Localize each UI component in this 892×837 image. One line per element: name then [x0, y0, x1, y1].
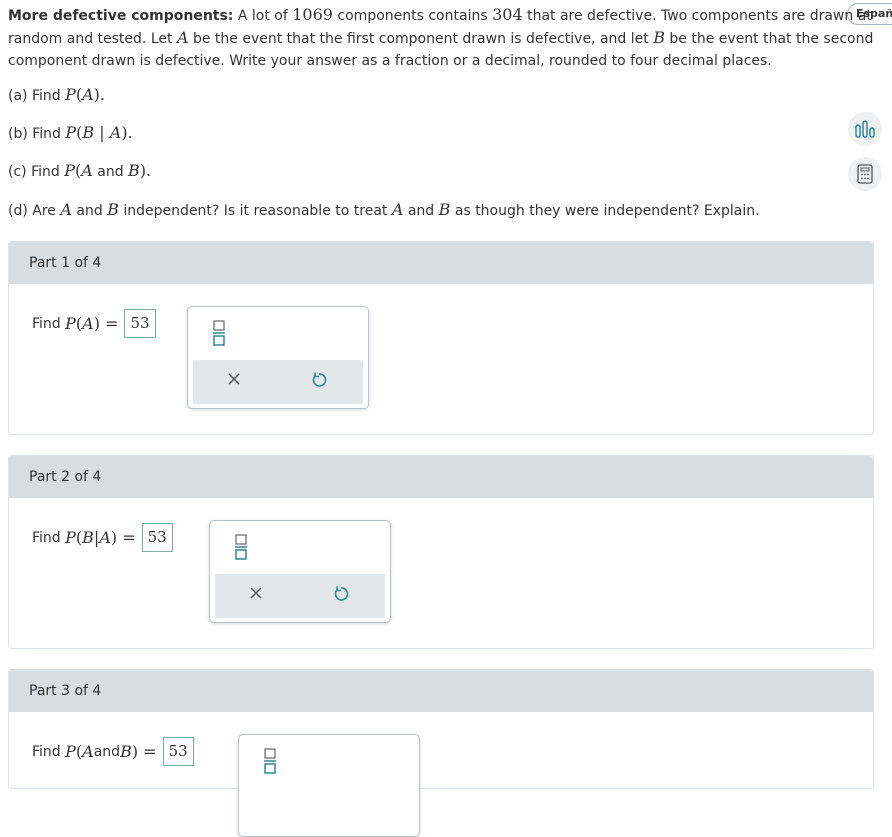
problem-statement: More defective components: A lot of 1069…: [8, 4, 878, 72]
question-b: (b) Find P(B | A).: [8, 123, 133, 142]
and-word: and: [93, 743, 121, 760]
var-b: B: [107, 200, 119, 219]
answer-toolbox-2: [209, 520, 391, 623]
answer-toolbox-1: [187, 306, 369, 409]
toolbox-action-bar: [193, 360, 363, 404]
question-a-prefix: (a) Find: [8, 88, 66, 104]
question-b-prefix: (b) Find: [8, 126, 66, 142]
defective-count: 304: [492, 5, 523, 24]
question-d-mid1: and: [71, 203, 108, 219]
var-b: B: [653, 28, 665, 47]
var-a: A: [99, 528, 111, 547]
problem-text-4: be the event that the first component dr…: [188, 31, 654, 47]
question-d-prefix: (d) Are: [8, 203, 61, 219]
var-a: A: [60, 200, 72, 219]
question-d-suffix: as though they were independent? Explain…: [450, 203, 760, 219]
find-label: Find: [32, 529, 61, 546]
part-3-panel: Part 3 of 4 Find P(A and B) = 53: [8, 669, 874, 837]
question-a: (a) Find P(A).: [8, 85, 105, 104]
question-d: (d) Are A and B independent? Is it reaso…: [8, 200, 760, 219]
answer-input-2[interactable]: 53: [141, 523, 173, 552]
fraction-icon[interactable]: [263, 748, 277, 778]
part-1-header: Part 1 of 4: [9, 242, 873, 284]
var-a: A: [109, 123, 122, 142]
var-a: A: [82, 742, 94, 761]
question-c-prefix: (c) Find: [8, 164, 65, 180]
part-2-question: Find P(B | A) = 53: [32, 523, 173, 552]
part-1-panel: Part 1 of 4 Find P(A) = 53: [8, 241, 874, 435]
part-2-header: Part 2 of 4: [9, 456, 873, 498]
bar-chart-icon[interactable]: [848, 112, 882, 146]
part-3-header: Part 3 of 4: [9, 670, 873, 712]
problem-text-2: components contains: [332, 8, 493, 24]
var-b: B: [120, 742, 132, 761]
answer-input-3[interactable]: 53: [162, 737, 194, 766]
problem-lead: More defective components:: [8, 8, 234, 24]
var-b: B: [82, 528, 94, 547]
var-b: B: [438, 200, 451, 219]
answer-input-1[interactable]: 53: [124, 309, 156, 338]
var-b: B: [82, 123, 95, 142]
close-icon[interactable]: [249, 586, 263, 604]
var-a: A: [391, 200, 404, 219]
calculator-icon[interactable]: [848, 157, 882, 191]
close-icon[interactable]: [227, 372, 241, 390]
var-a: A: [82, 85, 94, 104]
part-3-question: Find P(A and B) = 53: [32, 737, 194, 766]
var-a: A: [82, 314, 94, 333]
fraction-icon[interactable]: [234, 534, 248, 564]
part-1-question: Find P(A) = 53: [32, 309, 156, 338]
var-a: A: [81, 161, 93, 180]
var-b: B: [128, 161, 140, 180]
answer-toolbox-3: [238, 734, 420, 837]
var-a: A: [176, 28, 189, 47]
and-word: and: [97, 164, 124, 180]
find-label: Find: [32, 315, 61, 332]
problem-text-1: A lot of: [233, 8, 293, 24]
question-c: (c) Find P(A and B).: [8, 161, 152, 180]
part-2-panel: Part 2 of 4 Find P(B | A) = 53: [8, 455, 874, 649]
undo-icon[interactable]: [333, 586, 349, 606]
question-d-mid2: independent? Is it reasonable to treat: [118, 203, 392, 219]
toolbox-action-bar: [215, 574, 385, 618]
total-count: 1069: [292, 5, 333, 24]
fraction-icon[interactable]: [212, 320, 226, 350]
undo-icon[interactable]: [311, 372, 327, 392]
question-d-mid3: and: [403, 203, 439, 219]
find-label: Find: [32, 743, 61, 760]
